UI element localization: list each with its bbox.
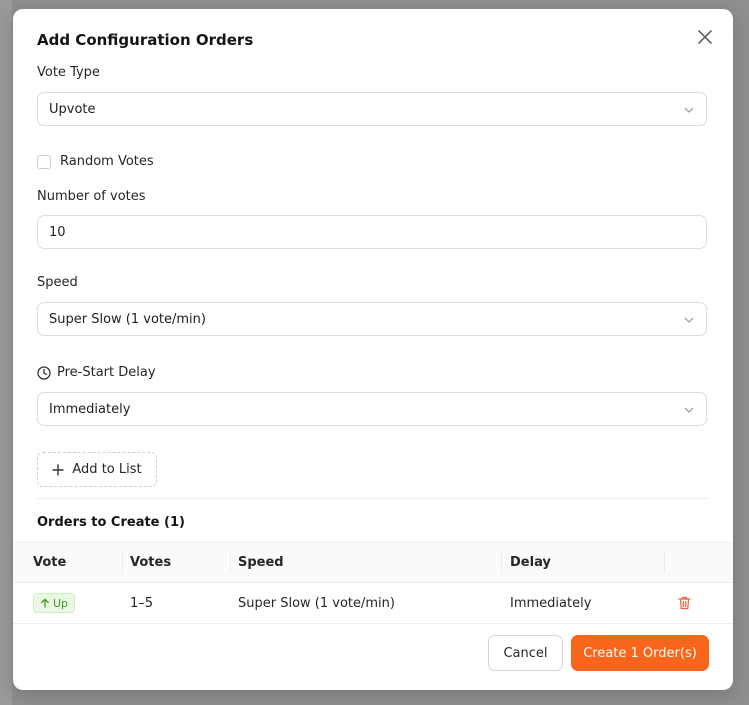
orders-table: Vote Votes Speed Delay Up 1–5 Super Slow… <box>13 542 733 624</box>
table-row: Up 1–5 Super Slow (1 vote/min) Immediate… <box>13 583 733 624</box>
arrow-up-icon <box>41 598 49 608</box>
speed-cell: Super Slow (1 vote/min) <box>238 595 395 611</box>
random-votes-checkbox[interactable] <box>37 154 51 169</box>
random-votes-label: Random Votes <box>60 154 154 169</box>
vote-type-label: Vote Type <box>37 65 100 80</box>
column-separator <box>230 552 231 573</box>
delete-button[interactable] <box>678 583 691 623</box>
create-orders-button[interactable]: Create 1 Order(s) <box>571 635 709 671</box>
trash-icon <box>678 596 691 610</box>
column-separator <box>122 552 123 573</box>
column-header-votes: Votes <box>130 555 172 570</box>
chevron-down-icon <box>684 317 694 323</box>
vote-cell: Up <box>33 583 76 623</box>
speed-value: Super Slow (1 vote/min) <box>49 311 206 327</box>
column-header-vote: Vote <box>33 555 67 570</box>
number-of-votes-label: Number of votes <box>37 189 146 204</box>
speed-label: Speed <box>37 275 78 290</box>
pre-start-delay-value: Immediately <box>49 401 131 417</box>
pre-start-delay-label: Pre-Start Delay <box>37 365 156 380</box>
vote-type-value: Upvote <box>49 101 96 117</box>
number-of-votes-value: 10 <box>49 224 66 240</box>
speed-select[interactable]: Super Slow (1 vote/min) <box>37 302 707 336</box>
delay-cell: Immediately <box>510 595 592 611</box>
column-separator <box>501 552 502 573</box>
add-to-list-label: Add to List <box>72 462 142 477</box>
number-of-votes-input[interactable]: 10 <box>37 215 707 249</box>
close-button[interactable] <box>695 27 715 47</box>
vote-badge: Up <box>33 593 76 613</box>
random-votes-row: Random Votes <box>37 154 154 169</box>
add-to-list-button[interactable]: Add to List <box>37 452 157 487</box>
clock-icon <box>37 365 51 380</box>
cancel-button[interactable]: Cancel <box>488 635 563 671</box>
column-header-delay: Delay <box>510 555 551 570</box>
votes-cell: 1–5 <box>130 595 154 611</box>
orders-title: Orders to Create (1) <box>37 515 185 530</box>
close-icon <box>698 30 712 44</box>
page-backdrop <box>0 0 12 705</box>
section-divider <box>37 498 709 499</box>
pre-start-delay-text: Pre-Start Delay <box>57 365 156 380</box>
column-separator <box>664 552 665 573</box>
chevron-down-icon <box>684 107 694 113</box>
column-header-speed: Speed <box>238 555 284 570</box>
vote-badge-label: Up <box>53 596 69 610</box>
chevron-down-icon <box>684 407 694 413</box>
add-configuration-orders-dialog: Add Configuration Orders Vote Type Upvot… <box>13 9 733 690</box>
table-header: Vote Votes Speed Delay <box>13 542 733 583</box>
plus-icon <box>52 463 65 476</box>
dialog-title: Add Configuration Orders <box>37 31 254 49</box>
pre-start-delay-select[interactable]: Immediately <box>37 392 707 426</box>
vote-type-select[interactable]: Upvote <box>37 92 707 126</box>
